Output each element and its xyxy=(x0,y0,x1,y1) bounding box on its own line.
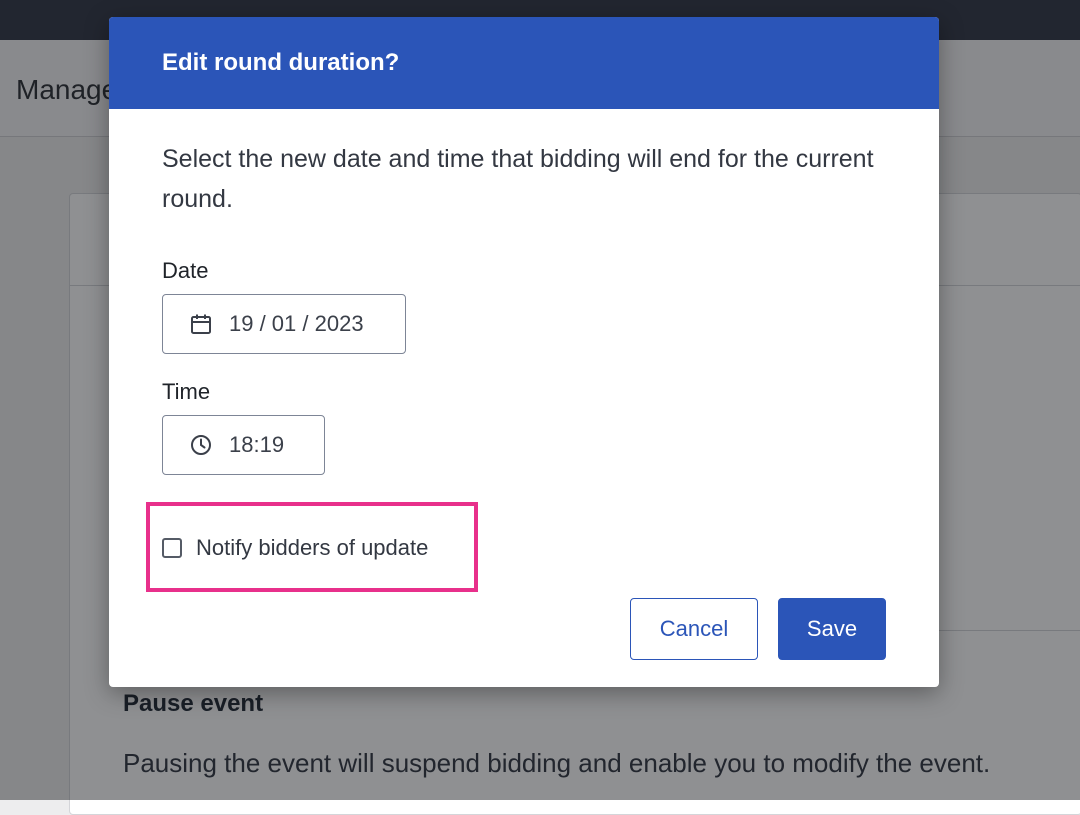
time-value[interactable]: 18:19 xyxy=(229,432,284,458)
dialog-header: Edit round duration? xyxy=(109,17,939,109)
date-value[interactable]: 19 / 01 / 2023 xyxy=(229,311,364,337)
date-input[interactable]: 19 / 01 / 2023 xyxy=(162,294,406,354)
save-button[interactable]: Save xyxy=(778,598,886,660)
edit-round-duration-dialog: Edit round duration? Select the new date… xyxy=(109,17,939,687)
time-label: Time xyxy=(162,379,211,404)
dialog-description: Select the new date and time that biddin… xyxy=(162,145,874,213)
notify-bidders-option[interactable]: Notify bidders of update xyxy=(162,535,428,561)
dialog-title: Edit round duration? xyxy=(162,49,400,76)
notify-bidders-label[interactable]: Notify bidders of update xyxy=(196,535,428,561)
calendar-icon[interactable] xyxy=(189,312,213,336)
clock-icon[interactable] xyxy=(189,433,213,457)
date-label: Date xyxy=(162,258,209,283)
time-input[interactable]: 18:19 xyxy=(162,415,325,475)
notify-bidders-checkbox[interactable] xyxy=(162,538,182,558)
cancel-button[interactable]: Cancel xyxy=(630,598,758,660)
